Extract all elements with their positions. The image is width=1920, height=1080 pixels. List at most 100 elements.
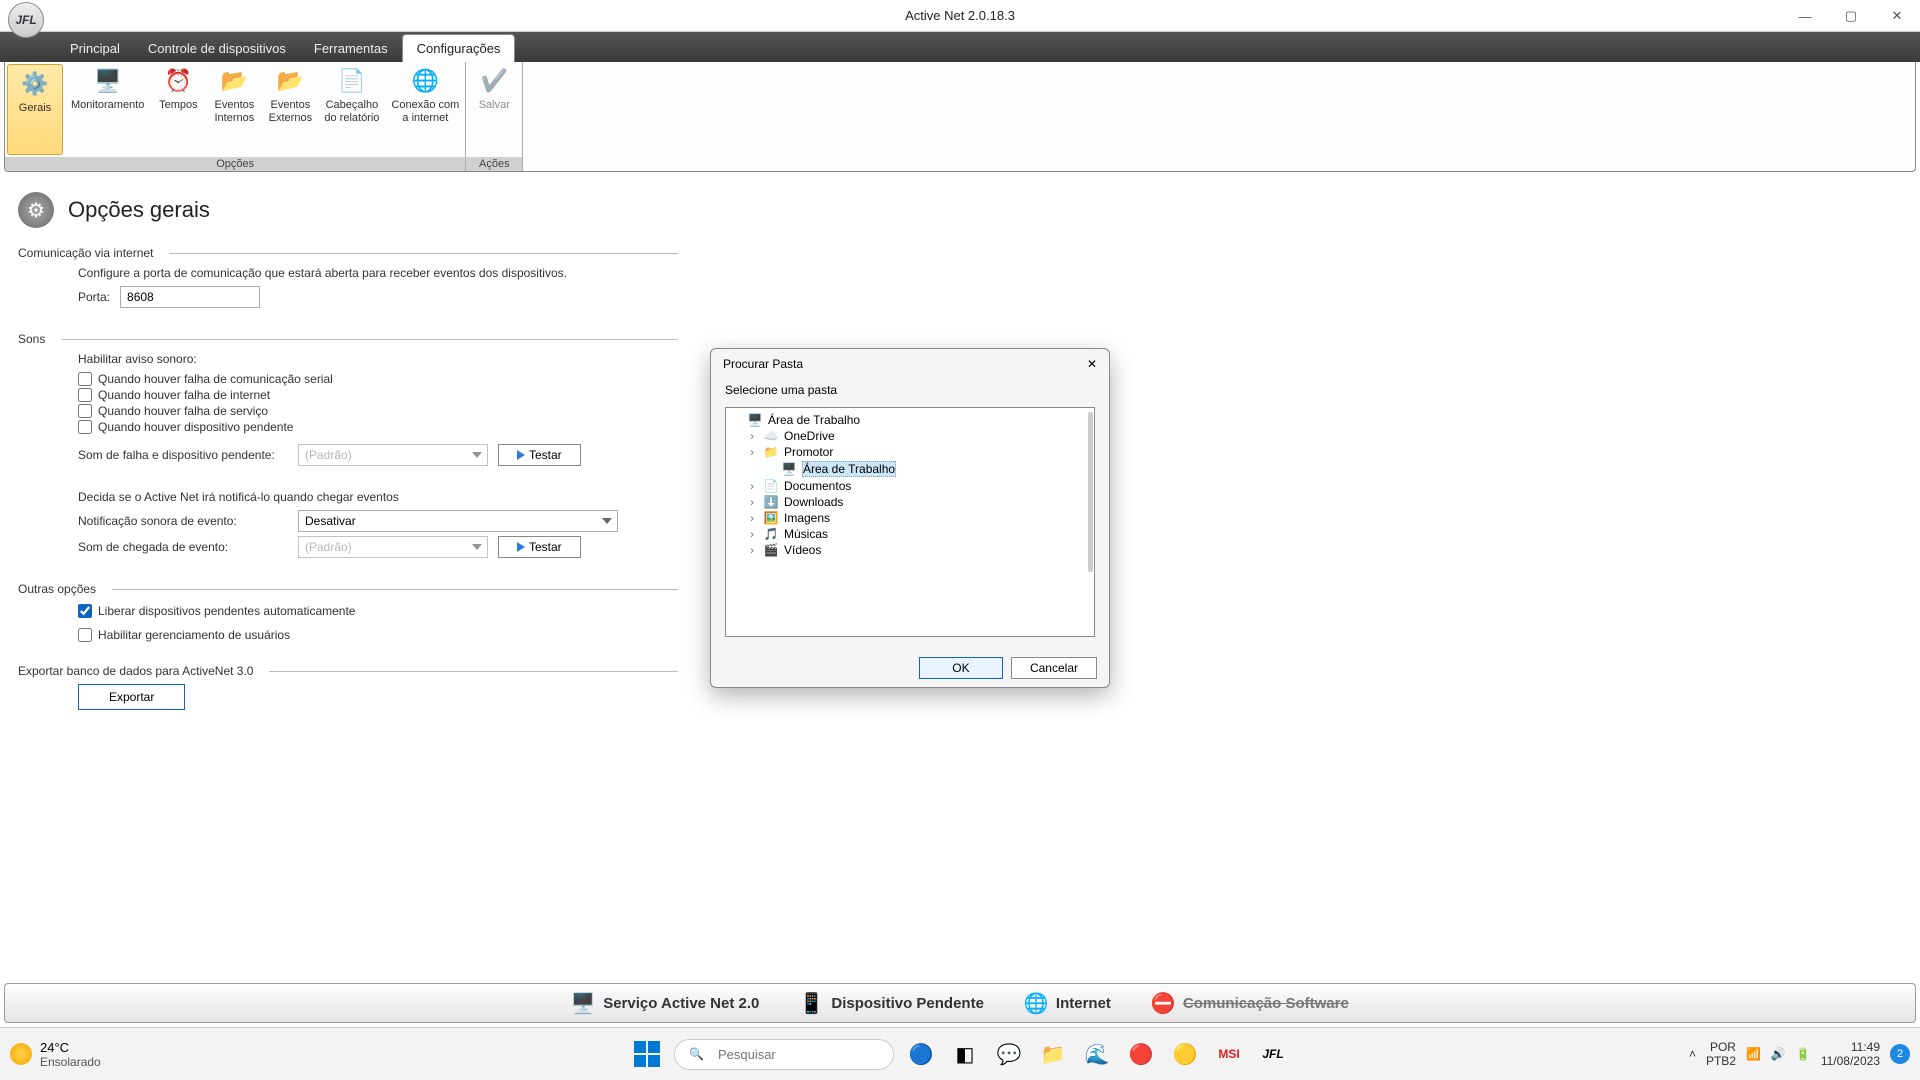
wifi-icon[interactable]: 📶 — [1746, 1047, 1761, 1061]
ribbon-eventos-internos[interactable]: 📂 Eventos Internos — [206, 62, 262, 157]
notificacao-label: Notificação sonora de evento: — [78, 514, 288, 528]
tree-node[interactable]: ›🎬Vídeos — [728, 542, 1092, 558]
ribbon-monitoramento[interactable]: 🖥️Monitoramento — [65, 62, 150, 157]
ribbon-tempos-label: Tempos — [159, 99, 198, 112]
taskview-icon[interactable]: ◧ — [948, 1037, 982, 1071]
battery-icon[interactable]: 🔋 — [1796, 1047, 1811, 1061]
tab-controle-dispositivos[interactable]: Controle de dispositivos — [134, 35, 300, 62]
tab-ferramentas[interactable]: Ferramentas — [300, 35, 402, 62]
expand-icon[interactable]: › — [746, 511, 758, 525]
tab-configuracoes[interactable]: Configurações — [402, 34, 516, 62]
exportar-button[interactable]: Exportar — [78, 684, 185, 710]
dialog-hint: Selecione uma pasta — [725, 383, 1095, 397]
volume-icon[interactable]: 🔊 — [1771, 1047, 1786, 1061]
expand-icon[interactable]: › — [746, 527, 758, 541]
testar-chegada-button[interactable]: Testar — [498, 536, 581, 558]
gear-icon: ⚙️ — [20, 69, 50, 99]
ribbon-conexao[interactable]: 🌐Conexão com a internet — [385, 62, 465, 157]
expand-icon[interactable]: › — [746, 543, 758, 557]
folder-icon: 🎬 — [762, 543, 780, 557]
clock[interactable]: 11:4911/08/2023 — [1821, 1040, 1880, 1069]
monitor-icon: 🖥️ — [571, 991, 595, 1015]
scrollbar-thumb[interactable] — [1088, 412, 1093, 572]
sun-icon — [10, 1043, 32, 1065]
dialog-close-button[interactable]: ✕ — [1087, 357, 1097, 371]
ribbon-salvar[interactable]: ✔️Salvar — [466, 62, 522, 157]
ribbon-cabecalho[interactable]: 📄 Cabeçalho do relatório — [318, 62, 385, 157]
tree-node[interactable]: ›⬇️Downloads — [728, 494, 1092, 510]
tree-node-label: Área de Trabalho — [768, 413, 860, 427]
app-taskbar-icon[interactable]: JFL — [1256, 1037, 1290, 1071]
tree-node[interactable]: ›🎵Músicas — [728, 526, 1092, 542]
folder-icon: 🖥️ — [780, 462, 798, 476]
page-gear-icon: ⚙ — [18, 192, 54, 228]
status-comunicacao: ⛔Comunicação Software — [1151, 991, 1349, 1015]
ribbon-cab-label: Cabeçalho do relatório — [324, 99, 379, 124]
language-indicator[interactable]: PORPTB2 — [1706, 1040, 1736, 1069]
clock-icon: ⏰ — [163, 66, 193, 96]
notification-badge[interactable]: 2 — [1890, 1044, 1910, 1064]
start-button[interactable] — [630, 1037, 664, 1071]
ribbon-evint-label: Eventos Internos — [215, 99, 255, 124]
search-input[interactable] — [712, 1044, 900, 1065]
ribbon-group-opcoes-label: Opções — [5, 157, 465, 171]
window-title: Active Net 2.0.18.3 — [905, 8, 1015, 23]
tree-node[interactable]: 🖥️Área de Trabalho — [728, 460, 1092, 478]
tree-node[interactable]: › 🖼️ Imagens — [728, 510, 1092, 526]
ribbon-gerais-label: Gerais — [19, 102, 51, 115]
folder-icon: 📄 — [762, 479, 780, 493]
expand-icon[interactable]: › — [746, 495, 758, 509]
tab-principal[interactable]: Principal — [56, 35, 134, 62]
weather-cond: Ensolarado — [40, 1055, 101, 1069]
msi-icon[interactable]: MSI — [1212, 1037, 1246, 1071]
report-icon: 📄 — [337, 66, 367, 96]
tree-node-label: Documentos — [784, 479, 851, 493]
ribbon-tempos[interactable]: ⏰ Tempos — [150, 62, 206, 157]
tree-node[interactable]: 🖥️Área de Trabalho — [728, 412, 1092, 428]
ribbon-conex-label: Conexão com a internet — [391, 99, 459, 124]
ribbon-gerais[interactable]: ⚙️ Gerais — [7, 64, 63, 155]
tray-chevron-icon[interactable]: ˄ — [1689, 1047, 1696, 1061]
chat-icon[interactable]: 💬 — [992, 1037, 1026, 1071]
bing-icon[interactable]: 🔵 — [904, 1037, 938, 1071]
section-exportar-legend: Exportar banco de dados para ActiveNet 3… — [18, 664, 253, 678]
comunicacao-desc: Configure a porta de comunicação que est… — [78, 266, 1902, 280]
phone-icon: 📱 — [799, 991, 823, 1015]
som-chegada-select[interactable]: (Padrão) — [298, 536, 488, 558]
expand-icon[interactable]: › — [746, 479, 758, 493]
folder-in-icon: 📂 — [219, 66, 249, 96]
status-internet: 🌐Internet — [1024, 991, 1111, 1015]
folder-tree[interactable]: 🖥️Área de Trabalho›☁️OneDrive›📁Promotor🖥… — [725, 407, 1095, 637]
search-icon: 🔍 — [689, 1047, 704, 1061]
folder-icon: 🖼️ — [762, 511, 780, 525]
tree-node[interactable]: ›☁️OneDrive — [728, 428, 1092, 444]
som-falha-select[interactable]: (Padrão) — [298, 444, 488, 466]
minimize-button[interactable]: — — [1782, 0, 1828, 32]
ribbon-eventos-externos[interactable]: 📂 Eventos Externos — [262, 62, 318, 157]
maximize-button[interactable]: ▢ — [1828, 0, 1874, 32]
taskbar-weather[interactable]: 24°C Ensolarado — [10, 1040, 101, 1069]
tree-node[interactable]: › 📄 Documentos — [728, 478, 1092, 494]
notificacao-select[interactable]: Desativar — [298, 510, 618, 532]
folder-out-icon: 📂 — [275, 66, 305, 96]
expand-icon[interactable]: › — [746, 429, 758, 443]
taskbar: 24°C Ensolarado 🔍 🔵 ◧ 💬 📁 🌊 🔴 🟡 MSI JFL … — [0, 1027, 1920, 1080]
taskbar-search[interactable]: 🔍 — [674, 1039, 894, 1070]
tree-node[interactable]: ›📁Promotor — [728, 444, 1092, 460]
ribbon-evext-label: Eventos Externos — [269, 99, 312, 124]
cancel-button[interactable]: Cancelar — [1011, 657, 1097, 679]
porta-input[interactable] — [120, 286, 260, 308]
chrome-icon[interactable]: 🟡 — [1168, 1037, 1202, 1071]
explorer-icon[interactable]: 📁 — [1036, 1037, 1070, 1071]
ok-button[interactable]: OK — [919, 657, 1003, 679]
close-button[interactable]: ✕ — [1874, 0, 1920, 32]
folder-icon: ☁️ — [762, 429, 780, 443]
ribbon-salvar-label: Salvar — [479, 99, 510, 112]
system-tray: ˄ PORPTB2 📶 🔊 🔋 11:4911/08/2023 2 — [1689, 1040, 1910, 1069]
anydesk-icon[interactable]: 🔴 — [1124, 1037, 1158, 1071]
edge-icon[interactable]: 🌊 — [1080, 1037, 1114, 1071]
tree-node-label: Promotor — [784, 445, 833, 459]
testar-falha-button[interactable]: Testar — [498, 444, 581, 466]
tree-node-label: Imagens — [784, 511, 830, 525]
expand-icon[interactable]: › — [746, 445, 758, 459]
